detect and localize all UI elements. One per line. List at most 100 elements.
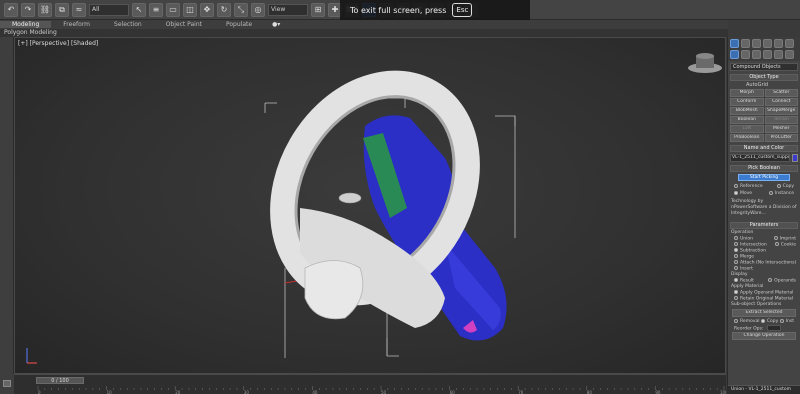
object-name-input[interactable]: VL-1_2511_custom_suppo: [730, 154, 790, 162]
timeline-tick-label: 50: [381, 390, 387, 394]
rectangular-selection-icon[interactable]: ▭: [166, 2, 180, 17]
timeline-tick-label: 60: [450, 390, 456, 394]
shapes-icon[interactable]: [741, 50, 750, 59]
create-tab-icon[interactable]: [730, 39, 739, 48]
reorder-ops-spinner[interactable]: [767, 325, 782, 331]
scatter-button[interactable]: Scatter: [764, 89, 798, 97]
connect-button[interactable]: Connect: [764, 98, 798, 106]
tab-modeling[interactable]: Modeling: [0, 21, 52, 28]
reorder-ops-row: Reorder Ops:: [728, 325, 800, 332]
reference-radio[interactable]: Reference: [734, 183, 763, 190]
technology-note: Technology by nPowerSoftware a Division …: [731, 199, 797, 216]
viewport-scene: [26, 53, 722, 364]
cookie-checkbox[interactable]: Cookie: [774, 242, 796, 248]
esc-key-badge: Esc: [452, 3, 473, 17]
bind-space-warp-icon[interactable]: ≈: [72, 2, 86, 17]
ribbon-options-icon[interactable]: ●▾: [272, 21, 280, 28]
change-operation-button[interactable]: Change Operation: [732, 332, 796, 340]
morph-button[interactable]: Morph: [730, 89, 764, 97]
cameras-icon[interactable]: [763, 50, 772, 59]
maxscript-listener-strip: [0, 374, 14, 394]
tab-object-paint[interactable]: Object Paint: [154, 21, 214, 28]
object-type-rollout[interactable]: Object Type: [730, 74, 798, 81]
controller-thumbstick[interactable]: [338, 192, 362, 204]
proboolean-button[interactable]: ProBoolean: [730, 134, 764, 142]
undo-icon[interactable]: ↶: [4, 2, 18, 17]
pivot-center-icon[interactable]: ⊞: [311, 2, 325, 17]
mesher-button[interactable]: Mesher: [764, 125, 798, 133]
selection-filter-dropdown[interactable]: All: [89, 3, 129, 16]
pick-boolean-rollout[interactable]: Pick Boolean: [730, 165, 798, 172]
utilities-tab-icon[interactable]: [785, 39, 794, 48]
copy-radio[interactable]: Copy: [776, 183, 794, 190]
timeline-tick-label: 90: [655, 390, 661, 394]
extract-selected-button[interactable]: Extract Selected: [732, 309, 796, 317]
timeline-ruler: 0 10 20 30 40 50 60 70 80 90 100: [37, 386, 726, 394]
time-slider[interactable]: 0 / 100: [36, 377, 84, 384]
timeline-tick-label: 20: [175, 390, 181, 394]
link-icon[interactable]: ⛓: [38, 2, 52, 17]
ribbon-panel-polygon-modeling[interactable]: Polygon Modeling: [0, 29, 728, 37]
procutter-button[interactable]: ProCutter: [764, 134, 798, 142]
operand-name-field[interactable]: Union - VL-1_2511_custom: [728, 385, 800, 394]
fullscreen-notice: To exit full screen, press Esc: [340, 0, 530, 20]
terrain-button[interactable]: Terrain: [764, 116, 798, 124]
select-object-icon[interactable]: ↖: [132, 2, 146, 17]
blobmesh-button[interactable]: BlobMesh: [730, 107, 764, 115]
select-scale-icon[interactable]: ⤡: [234, 2, 248, 17]
ribbon-tabs: Modeling Freeform Selection Object Paint…: [0, 20, 728, 29]
inst-radio[interactable]: Inst: [779, 318, 794, 325]
name-color-rollout[interactable]: Name and Color: [730, 145, 798, 152]
display-tab-icon[interactable]: [774, 39, 783, 48]
axis-tripod-icon: [26, 348, 37, 364]
motion-tab-icon[interactable]: [763, 39, 772, 48]
timeline-tick-label: 70: [518, 390, 524, 394]
loft-button[interactable]: Loft: [730, 125, 764, 133]
controller-button-face[interactable]: [304, 260, 364, 320]
reference-coordinate-dropdown[interactable]: View: [268, 3, 308, 16]
modify-tab-icon[interactable]: [741, 39, 750, 48]
autogrid-checkbox[interactable]: AutoGrid: [728, 82, 800, 88]
boolean-button[interactable]: Boolean: [730, 116, 764, 124]
shapemerge-button[interactable]: ShapeMerge: [764, 107, 798, 115]
start-picking-button[interactable]: Start Picking: [738, 174, 790, 181]
pick-options-row-2: Move Instance: [728, 190, 800, 197]
command-panel: Compound Objects Object Type AutoGrid Mo…: [727, 37, 800, 394]
extract-copy-radio[interactable]: Copy: [760, 318, 778, 325]
pick-options-row-1: Reference Copy: [728, 183, 800, 190]
maxscript-icon[interactable]: [3, 380, 11, 387]
unlink-icon[interactable]: ⧉: [55, 2, 69, 17]
tab-selection[interactable]: Selection: [102, 21, 154, 28]
tab-freeform[interactable]: Freeform: [51, 21, 102, 28]
perspective-viewport[interactable]: [+] [Perspective] [Shaded]: [14, 37, 726, 374]
conform-button[interactable]: Conform: [730, 98, 764, 106]
select-rotate-icon[interactable]: ↻: [217, 2, 231, 17]
space-warps-icon[interactable]: [785, 50, 794, 59]
viewcube-icon[interactable]: [688, 53, 722, 73]
placement-icon[interactable]: ◎: [251, 2, 265, 17]
hierarchy-tab-icon[interactable]: [752, 39, 761, 48]
timeline[interactable]: 0 / 100 0 10 20 30 40 50 60 70 80 90 100: [14, 374, 726, 394]
select-by-name-icon[interactable]: ≡: [149, 2, 163, 17]
select-move-icon[interactable]: ✥: [200, 2, 214, 17]
window-crossing-icon[interactable]: ◫: [183, 2, 197, 17]
object-color-swatch[interactable]: [792, 154, 798, 162]
geometry-icon[interactable]: [730, 50, 739, 59]
tab-populate[interactable]: Populate: [214, 21, 264, 28]
move-radio[interactable]: Move: [734, 190, 752, 197]
display-operands-radio[interactable]: Operands: [768, 278, 796, 284]
object-category-dropdown[interactable]: Compound Objects: [730, 63, 798, 71]
helpers-icon[interactable]: [774, 50, 783, 59]
removal-radio[interactable]: Removal: [734, 318, 760, 325]
instance-radio[interactable]: Instance: [768, 190, 794, 197]
name-row: VL-1_2511_custom_suppo: [730, 154, 798, 162]
subobject-operations-label: Sub-object Operations: [731, 302, 782, 307]
object-type-buttons: Morph Scatter Conform Connect BlobMesh S…: [730, 89, 798, 142]
timeline-tick-label: 10: [107, 390, 113, 394]
lights-icon[interactable]: [752, 50, 761, 59]
fullscreen-message: To exit full screen, press: [350, 5, 447, 15]
parameters-rollout[interactable]: Parameters: [730, 222, 798, 229]
command-panel-tabs: [728, 37, 800, 61]
redo-icon[interactable]: ↷: [21, 2, 35, 17]
timeline-tick-label: 40: [312, 390, 318, 394]
